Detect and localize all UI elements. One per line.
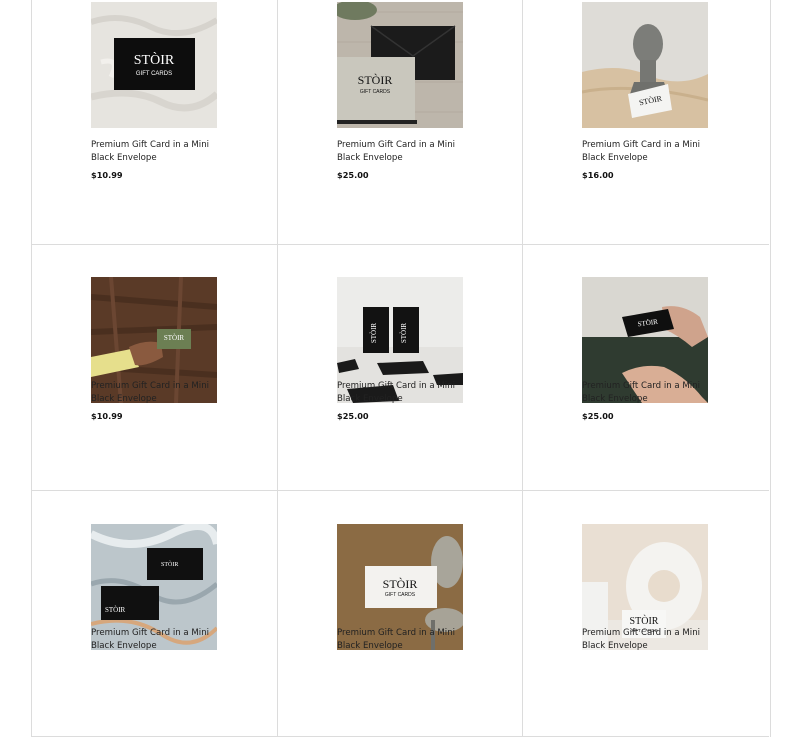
svg-text:STÒIR: STÒIR [370,323,378,344]
svg-text:STÒIR: STÒIR [161,560,178,568]
product-title[interactable]: Premium Gift Card in a Mini Black Envelo… [91,139,221,164]
svg-text:STÒIR: STÒIR [358,73,393,87]
product-title[interactable]: Premium Gift Card in a Mini Black Envelo… [582,139,712,164]
product-price: $25.00 [337,170,369,180]
product-image[interactable]: STÒIR GIFT CARDS [91,2,217,128]
product-title[interactable]: Premium Gift Card in a Mini Black Envelo… [91,380,221,405]
svg-text:STÒIR: STÒIR [164,334,185,342]
product-title[interactable]: Premium Gift Card in a Mini Black Envelo… [337,380,467,405]
product-title[interactable]: Premium Gift Card in a Mini Black Envelo… [337,627,467,652]
product-price: $16.00 [582,170,614,180]
product-image[interactable]: STÒIR [582,2,708,128]
svg-text:GIFT CARDS: GIFT CARDS [360,89,391,95]
svg-text:STÒIR: STÒIR [630,615,659,627]
product-price: $10.99 [91,411,123,421]
product-price: $10.99 [91,170,123,180]
product-card[interactable]: STÒIR Premium Gift Card in a Mini Black … [32,245,278,491]
product-card[interactable]: STÒIR STÒIR Premium Gift Card in a Mini … [32,491,278,737]
svg-text:STÒIR: STÒIR [105,606,126,614]
svg-text:STÒIR: STÒIR [400,323,408,344]
product-title[interactable]: Premium Gift Card in a Mini Black Envelo… [582,627,712,652]
svg-text:STÒIR: STÒIR [383,577,418,591]
product-title[interactable]: Premium Gift Card in a Mini Black Envelo… [337,139,467,164]
product-card[interactable]: STÒIR GIFT CARDS Premium Gift Card in a … [32,0,278,245]
svg-text:GIFT CARDS: GIFT CARDS [385,592,416,598]
product-image[interactable]: STÒIR GIFT CARDS [337,2,463,128]
card-brand-text: STÒIR [134,51,175,68]
svg-text:GIFT CARDS: GIFT CARDS [136,71,172,77]
product-title[interactable]: Premium Gift Card in a Mini Black Envelo… [91,627,221,652]
product-title[interactable]: Premium Gift Card in a Mini Black Envelo… [582,380,712,405]
product-card[interactable]: STÒIR GIFT CARDS Premium Gift Card in a … [278,0,523,245]
product-card[interactable]: STÒIR GIFT CARDS Premium Gift Card in a … [523,491,769,737]
product-card[interactable]: STÒIR Premium Gift Card in a Mini Black … [523,0,769,245]
product-card[interactable]: STÒIR Premium Gift Card in a Mini Black … [523,245,769,491]
product-price: $25.00 [337,411,369,421]
product-card[interactable]: STÒIR STÒIR Premium Gift Card in a Mini … [278,245,523,491]
product-card[interactable]: STÒIR GIFT CARDS Premium Gift Card in a … [278,491,523,737]
product-grid: STÒIR GIFT CARDS Premium Gift Card in a … [31,0,771,737]
product-price: $25.00 [582,411,614,421]
